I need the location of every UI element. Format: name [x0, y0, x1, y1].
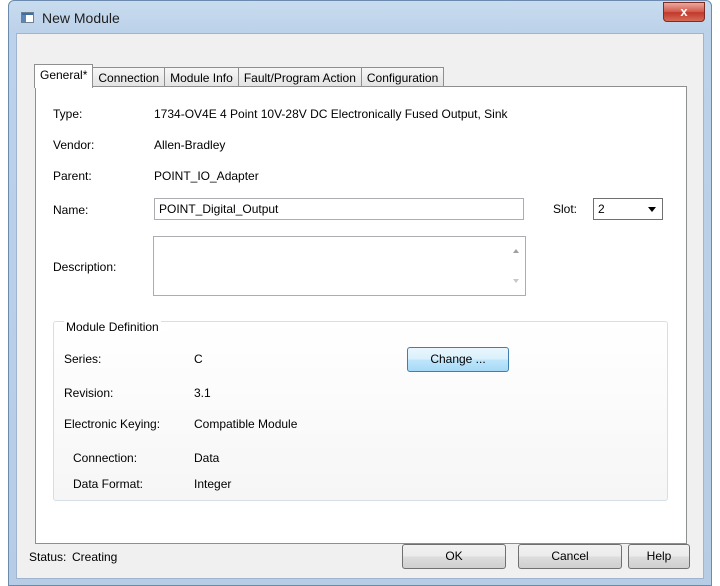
scroll-down-icon[interactable] [513, 279, 519, 283]
series-label: Series: [64, 352, 102, 366]
new-module-dialog: New Module x General* Connection Module … [8, 0, 712, 586]
tab-strip: General* Connection Module Info Fault/Pr… [34, 64, 445, 88]
tab-connection[interactable]: Connection [92, 67, 166, 87]
close-button[interactable]: x [663, 2, 705, 22]
title-bar[interactable]: New Module x [9, 1, 711, 35]
data-format-label: Data Format: [73, 477, 144, 491]
revision-label: Revision: [64, 386, 114, 400]
module-definition-title: Module Definition [64, 320, 161, 334]
tab-module-info[interactable]: Module Info [164, 67, 239, 87]
tab-fault-program-action[interactable]: Fault/Program Action [237, 67, 362, 87]
ok-button[interactable]: OK [402, 544, 506, 569]
help-button[interactable]: Help [628, 544, 690, 569]
slot-select-value: 2 [598, 202, 605, 216]
name-label: Name: [53, 203, 89, 217]
revision-value: 3.1 [194, 386, 211, 400]
slot-label: Slot: [553, 202, 578, 216]
type-value: 1734-OV4E 4 Point 10V-28V DC Electronica… [154, 107, 508, 121]
general-tab-panel: Type: 1734-OV4E 4 Point 10V-28V DC Elect… [35, 86, 687, 544]
connection-label: Connection: [73, 451, 138, 465]
description-textarea[interactable] [153, 236, 526, 296]
type-label: Type: [53, 107, 83, 121]
scroll-up-icon[interactable] [513, 249, 519, 253]
close-icon: x [680, 4, 688, 19]
chevron-down-icon [648, 207, 656, 212]
slot-select[interactable]: 2 [593, 198, 663, 220]
parent-value: POINT_IO_Adapter [154, 169, 259, 183]
window-title: New Module [42, 10, 120, 26]
change-button[interactable]: Change ... [407, 347, 509, 372]
description-scrollbar[interactable] [508, 237, 525, 295]
electronic-keying-value: Compatible Module [194, 417, 298, 431]
vendor-value: Allen-Bradley [154, 138, 226, 152]
cancel-button[interactable]: Cancel [518, 544, 622, 569]
tab-configuration[interactable]: Configuration [360, 67, 445, 87]
connection-value: Data [194, 451, 220, 465]
electronic-keying-label: Electronic Keying: [64, 417, 161, 431]
series-value: C [194, 352, 203, 366]
parent-label: Parent: [53, 169, 92, 183]
status-label: Status: [29, 550, 67, 564]
module-definition-group: Module Definition Series: C Change ... R… [53, 320, 668, 501]
name-input[interactable]: POINT_Digital_Output [154, 198, 524, 220]
dialog-client-area: General* Connection Module Info Fault/Pr… [16, 33, 704, 579]
vendor-label: Vendor: [53, 138, 95, 152]
status-value: Creating [72, 550, 118, 564]
tab-general[interactable]: General* [34, 64, 94, 88]
description-label: Description: [53, 260, 117, 274]
window-icon [21, 12, 34, 23]
data-format-value: Integer [194, 477, 232, 491]
